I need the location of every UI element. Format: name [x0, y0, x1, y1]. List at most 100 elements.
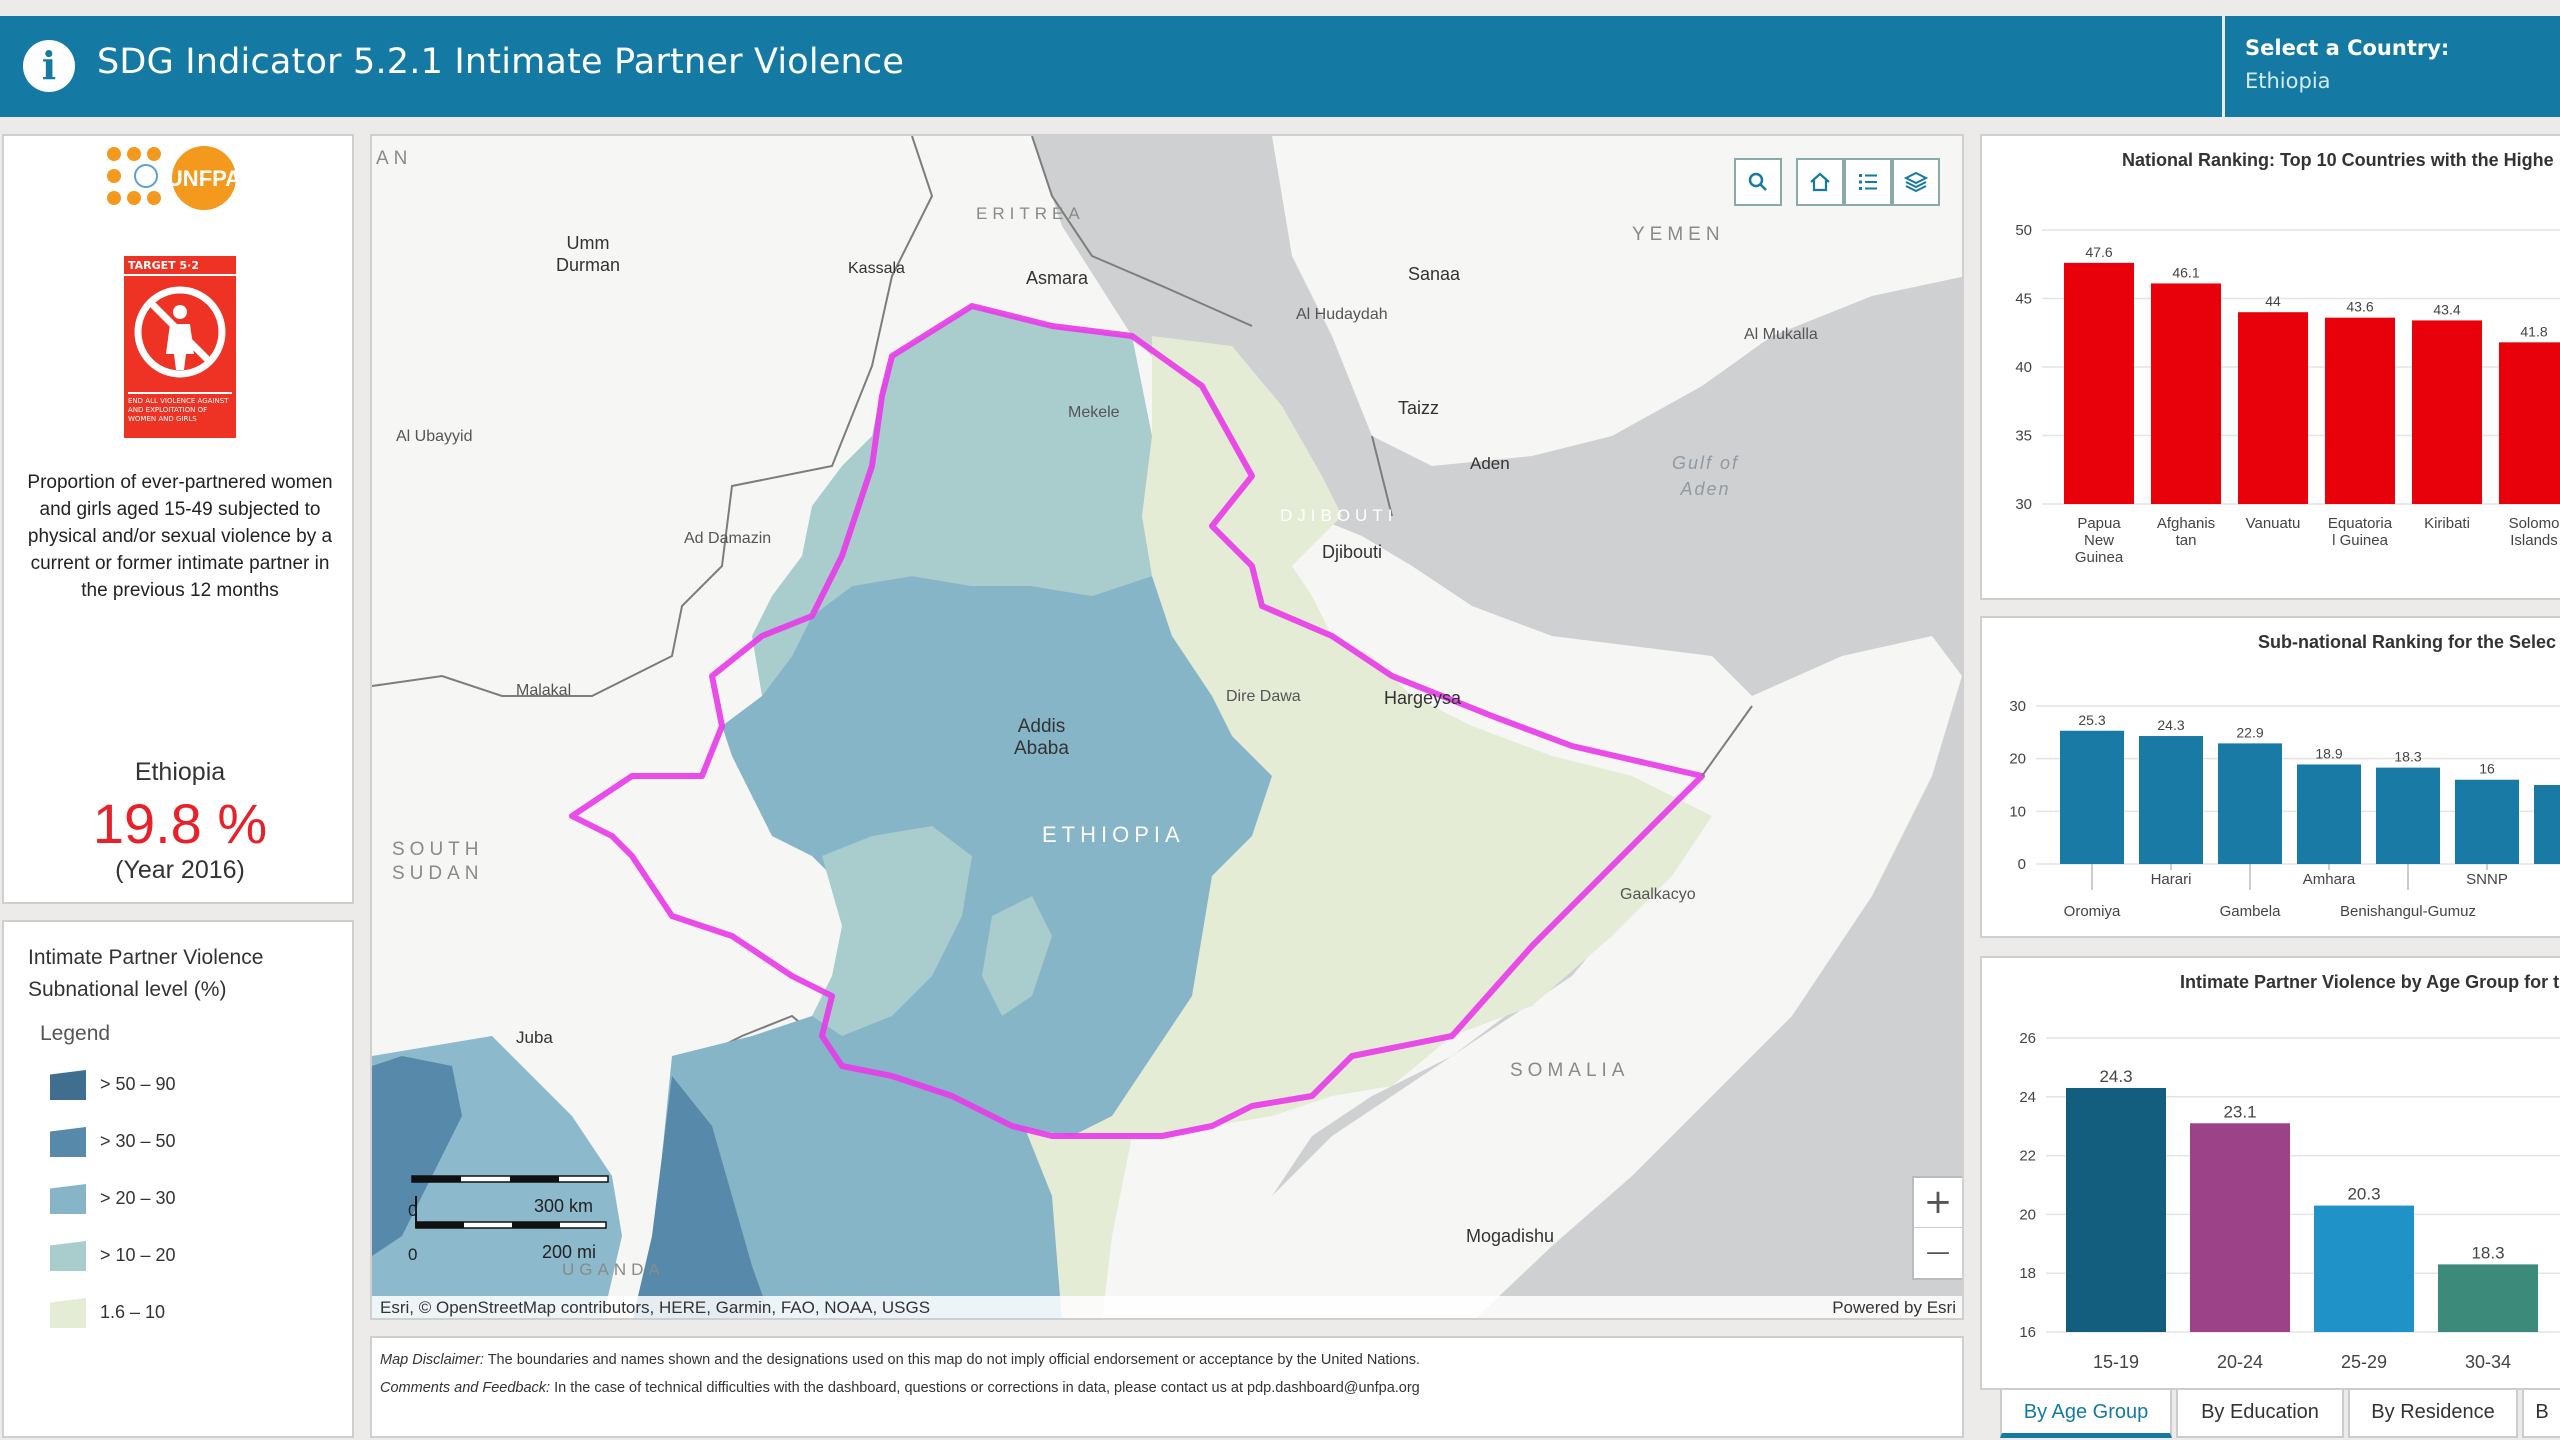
map-layers-button[interactable] — [1892, 158, 1940, 206]
data-label: 43.6 — [2346, 299, 2373, 315]
map-label-gaalkacyo: Gaalkacyo — [1620, 886, 1696, 903]
map-canvas[interactable] — [372, 136, 1964, 1320]
map-label-taizz: Taizz — [1398, 398, 1440, 418]
age-group-chart[interactable]: 16 18 20 22 24 26 24.3 15-19 23.1 20-24 20.3 25-29 1… — [1982, 998, 2560, 1390]
map-view[interactable]: AN ERITREA YEMEN Umm Durman Kassala Asma… — [370, 134, 1964, 1320]
indicator-description: Proportion of ever-partnered women and g… — [27, 472, 333, 601]
subnational-ranking-panel: Sub-national Ranking for the Selec 0 10 20… — [1980, 616, 2560, 938]
y-tick-label: 50 — [2015, 222, 2032, 239]
scale-zero-mi: 0 — [408, 1245, 417, 1264]
x-tick-label: New — [2084, 532, 2114, 549]
disclaimer-panel: Map Disclaimer: The boundaries and names… — [370, 1336, 1964, 1438]
list-icon — [1859, 174, 1877, 190]
legend-panel: Intimate Partner Violence Subnational le… — [2, 920, 354, 1438]
bar — [2151, 283, 2221, 504]
map-label-djibouti-city: Djibouti — [1322, 542, 1383, 562]
national-ranking-title: National Ranking: Top 10 Countries with … — [2122, 150, 2554, 170]
indicator-panel: UNFPA TARGET 5·2 END ALL VIOLENCE AGAINS… — [2, 134, 354, 904]
data-label: 44 — [2265, 293, 2281, 309]
data-label: 24.3 — [2099, 1067, 2132, 1086]
data-label: 18.3 — [2394, 749, 2421, 765]
x-tick-label: Kiribati — [2424, 515, 2470, 532]
attribution-text[interactable]: Esri, © OpenStreetMap contributors, HERE… — [380, 1298, 930, 1318]
map-label-somalia: SOMALIA — [1510, 1060, 1630, 1081]
legend-label: > 20 – 30 — [100, 1188, 176, 1208]
national-ranking-panel: National Ranking: Top 10 Countries with … — [1980, 134, 2560, 600]
bar — [2066, 1087, 2166, 1332]
powered-by-esri[interactable]: Powered by Esri — [1832, 1298, 1956, 1318]
map-label-an: AN — [376, 148, 413, 169]
info-icon[interactable]: i — [23, 40, 75, 92]
data-label: 16 — [2479, 761, 2495, 777]
y-tick-label: 30 — [2009, 698, 2026, 715]
bar — [2218, 743, 2282, 864]
age-group-panel: Intimate Partner Violence by Age Group f… — [1980, 956, 2560, 1390]
badge-target-label: TARGET 5·2 — [124, 256, 236, 276]
bar — [2190, 1123, 2290, 1332]
page-title: SDG Indicator 5.2.1 Intimate Partner Vio… — [97, 42, 905, 82]
zoom-out-button[interactable]: — — [1914, 1228, 1962, 1278]
bar — [2438, 1264, 2538, 1332]
map-search-button[interactable] — [1734, 158, 1782, 206]
data-label: 22.9 — [2236, 724, 2263, 740]
map-label-hargeysa: Hargeysa — [1384, 688, 1462, 708]
map-scale-bar: 0 300 km 0 200 mi — [396, 1172, 616, 1282]
bar — [2325, 317, 2395, 504]
badge-description: END ALL VIOLENCE AGAINST AND EXPLOITATIO… — [128, 392, 232, 424]
bar — [2139, 736, 2203, 864]
y-tick-label: 24 — [2019, 1089, 2036, 1106]
data-label: 41.8 — [2520, 323, 2547, 339]
map-label-umm-durman: Umm Durman — [556, 233, 621, 275]
country-selector-label: Select a Country: — [2245, 36, 2450, 60]
x-tick-label: Amhara — [2303, 871, 2356, 888]
bar — [2376, 767, 2440, 864]
home-icon — [1810, 172, 1830, 192]
national-ranking-chart[interactable]: 30 35 40 45 50 47.6 PapuaNewGuinea 46.1 Afghanis… — [1982, 176, 2560, 596]
map-legend-button[interactable] — [1844, 158, 1892, 206]
scale-mi-label: 200 mi — [542, 1242, 596, 1262]
legend-swatch — [50, 1241, 86, 1271]
bar — [2534, 785, 2560, 864]
legend-swatch — [50, 1070, 86, 1100]
scale-km-label: 300 km — [534, 1196, 593, 1216]
map-label-gulf-of-aden: Gulf of Aden — [1672, 453, 1740, 499]
y-tick-label: 26 — [2019, 1030, 2036, 1047]
legend-label: > 50 – 90 — [100, 1074, 176, 1094]
y-tick-label: 18 — [2019, 1265, 2036, 1282]
map-label-eritrea: ERITREA — [976, 204, 1085, 223]
legend-swatch — [50, 1298, 86, 1328]
feedback-text: In the case of technical difficulties wi… — [550, 1380, 1420, 1396]
tab-by-education[interactable]: By Education — [2176, 1388, 2344, 1438]
bar — [2455, 779, 2519, 864]
header-bar: i SDG Indicator 5.2.1 Intimate Partner V… — [0, 16, 2560, 117]
zoom-in-button[interactable]: + — [1914, 1178, 1962, 1228]
y-tick-label: 30 — [2015, 496, 2032, 513]
subnational-ranking-chart[interactable]: 0 10 20 30 25.3 Oromiya 24.3 Harari 22.9 Gambela 1… — [1982, 658, 2560, 938]
header-divider — [2222, 16, 2225, 117]
map-label-aden: Aden — [1470, 454, 1510, 473]
y-tick-label: 35 — [2015, 428, 2032, 445]
sdg-target-badge: TARGET 5·2 END ALL VIOLENCE AGAINST AND … — [124, 256, 236, 438]
data-label: 46.1 — [2172, 264, 2199, 280]
map-label-sanaa: Sanaa — [1408, 264, 1461, 284]
scale-zero-km: 0 — [408, 1201, 417, 1220]
tab-by-age-group[interactable]: By Age Group — [2000, 1388, 2172, 1438]
map-label-asmara: Asmara — [1026, 268, 1089, 288]
y-tick-label: 22 — [2019, 1148, 2036, 1165]
search-icon — [1748, 172, 1767, 191]
map-attribution: Esri, © OpenStreetMap contributors, HERE… — [372, 1296, 1962, 1318]
map-label-mogadishu: Mogadishu — [1466, 1226, 1555, 1246]
y-tick-label: 16 — [2019, 1324, 2036, 1341]
layers-icon — [1904, 171, 1928, 193]
data-label: 47.6 — [2085, 244, 2112, 260]
data-label: 20.3 — [2347, 1185, 2380, 1204]
subnational-ranking-title: Sub-national Ranking for the Selec — [2258, 632, 2557, 652]
x-tick-label: Equatoria — [2328, 515, 2393, 532]
tab-by-residence[interactable]: By Residence — [2348, 1388, 2518, 1438]
x-tick-label: Afghanis — [2157, 515, 2215, 532]
country-selector[interactable]: Ethiopia — [2245, 69, 2331, 93]
zoom-control: + — — [1912, 1176, 1962, 1280]
map-label-al-hudaydah: Al Hudaydah — [1296, 306, 1388, 323]
map-home-button[interactable] — [1796, 158, 1844, 206]
tab-more[interactable]: B — [2522, 1388, 2560, 1438]
